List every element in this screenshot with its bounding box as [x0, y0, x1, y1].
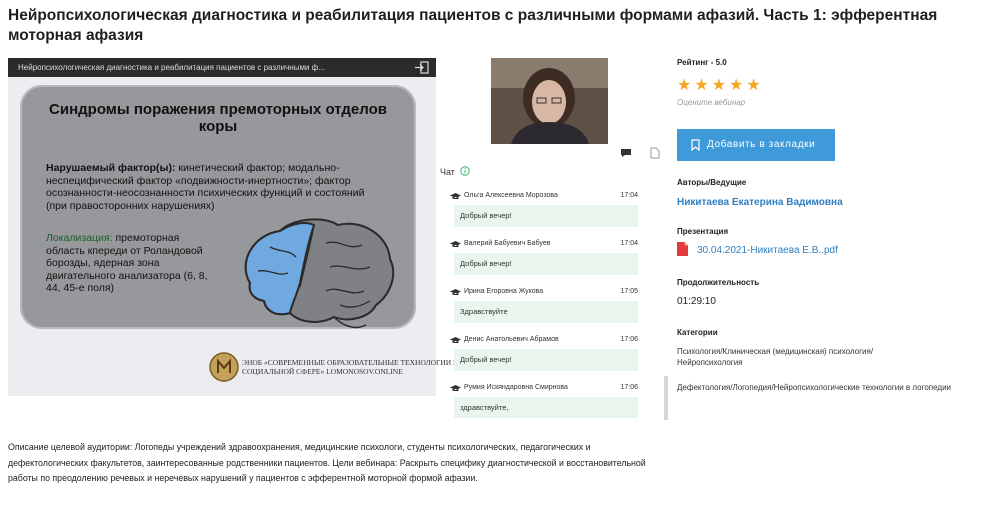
chat-message: Денис Анатольевич Абрамов 17:06 Добрый ве…: [448, 334, 638, 371]
video-player[interactable]: Нейропсихологическая диагностика и реаби…: [8, 58, 458, 396]
star-icon[interactable]: ★: [677, 75, 691, 95]
star-icon[interactable]: ★: [712, 75, 726, 95]
presenter-video-frame: [491, 58, 608, 144]
graduation-cap-icon: [450, 193, 461, 199]
add-bookmark-button[interactable]: Добавить в закладки: [677, 129, 835, 161]
message-text: здравствуйте,: [454, 397, 638, 418]
message-author: Ирина Егоровна Жукова: [464, 288, 544, 295]
message-author: Румия Искяндаровна Смирнова: [464, 384, 568, 391]
rating-stars[interactable]: ★ ★ ★ ★ ★: [677, 75, 764, 95]
message-text: Добрый вечер!: [454, 349, 638, 371]
page-title: Нейропсихологическая диагностика и реаби…: [8, 7, 938, 44]
message-text: Добрый вечер!: [454, 205, 638, 227]
category-item[interactable]: Психология/Клиническая (медицинская) пси…: [677, 346, 877, 368]
graduation-cap-icon: [450, 289, 461, 295]
slide-localization-text: Локализация: премоторная область кпереди…: [46, 232, 216, 295]
player-title: Нейропсихологическая диагностика и реаби…: [18, 63, 325, 72]
audience-description: Описание целевой аудитории: Логопеды учр…: [8, 442, 646, 483]
localization-label: Локализация:: [46, 232, 113, 244]
chat-label: Чат: [440, 167, 455, 177]
message-time: 17:06: [620, 384, 638, 391]
slide-footer-text: ЭНОБ «СОВРЕМЕННЫЕ ОБРАЗОВАТЕЛЬНЫЕ ТЕХНОЛ…: [242, 358, 459, 376]
duration-value: 01:29:10: [677, 296, 716, 307]
chat-message: Ольга Алексеевна Морозова 17:04 Добрый ве…: [448, 190, 638, 227]
lomonosov-logo-icon: [209, 352, 239, 382]
message-text: Здравствуйте: [454, 301, 638, 323]
authors-label: Авторы/Ведущие: [677, 178, 747, 187]
brain-illustration: [244, 218, 395, 329]
graduation-cap-icon: [450, 337, 461, 343]
message-author: Ольга Алексеевна Морозова: [464, 192, 558, 199]
chat-message: Ирина Егоровна Жукова 17:05 Здравствуйте: [448, 286, 638, 323]
slide-footer: ЭНОБ «СОВРЕМЕННЫЕ ОБРАЗОВАТЕЛЬНЫЕ ТЕХНОЛ…: [242, 358, 462, 376]
star-icon[interactable]: ★: [729, 75, 743, 95]
info-icon[interactable]: [460, 166, 470, 176]
add-bookmark-label: Добавить в закладки: [707, 139, 816, 150]
slide-factor-text: Нарушаемый фактор(ы): кинетический факто…: [46, 162, 384, 212]
category-item[interactable]: Дефектология/Логопедия/Нейропсихологичес…: [677, 382, 967, 393]
duration-label: Продолжительность: [677, 278, 760, 287]
bookmark-icon: [691, 139, 700, 151]
chat-message: Румия Искяндаровна Смирнова 17:06 здравст…: [448, 382, 638, 418]
graduation-cap-icon: [450, 385, 461, 391]
webinar-info-panel: Рейтинг - 5.0 ★ ★ ★ ★ ★ Оцените вебинар Доба…: [677, 58, 977, 392]
chat-message: Валерий Бабуевич Бабуев 17:04 Добрый вече…: [448, 238, 638, 275]
presentation-file-link[interactable]: 30.04.2021-Никитаева Е.В..pdf: [697, 245, 838, 256]
chat-toolbar: [440, 146, 666, 162]
categories-label: Категории: [677, 328, 718, 337]
exit-icon[interactable]: [414, 61, 430, 74]
rating-label: Рейтинг - 5.0: [677, 58, 727, 67]
slide-heading: Синдромы поражения премоторных отделов к…: [49, 101, 387, 135]
player-title-bar: Нейропсихологическая диагностика и реаби…: [8, 58, 436, 77]
message-time: 17:04: [620, 240, 638, 247]
message-author: Валерий Бабуевич Бабуев: [464, 240, 551, 247]
factor-label: Нарушаемый фактор(ы):: [46, 162, 176, 174]
presentation-label: Презентация: [677, 227, 729, 236]
chat-message-list[interactable]: Ольга Алексеевна Морозова 17:04 Добрый ве…: [438, 180, 668, 418]
chat-bubble-icon[interactable]: [620, 148, 632, 158]
scrollbar-thumb[interactable]: [664, 376, 668, 420]
slide-card: Синдромы поражения премоторных отделов к…: [20, 85, 416, 329]
star-icon[interactable]: ★: [694, 75, 708, 95]
message-author: Денис Анатольевич Абрамов: [464, 336, 559, 343]
presentation-slide: Синдромы поражения премоторных отделов к…: [8, 77, 458, 396]
author-link[interactable]: Никитаева Екатерина Вадимовна: [677, 197, 843, 208]
graduation-cap-icon: [450, 241, 461, 247]
document-icon[interactable]: [650, 147, 660, 159]
message-time: 17:06: [620, 336, 638, 343]
message-text: Добрый вечер!: [454, 253, 638, 275]
rate-hint: Оцените вебинар: [677, 98, 746, 107]
star-icon[interactable]: ★: [746, 75, 760, 95]
presenter-webcam: [491, 58, 608, 144]
message-time: 17:04: [620, 192, 638, 199]
message-time: 17:05: [620, 288, 638, 295]
pdf-file-icon[interactable]: [677, 242, 688, 256]
